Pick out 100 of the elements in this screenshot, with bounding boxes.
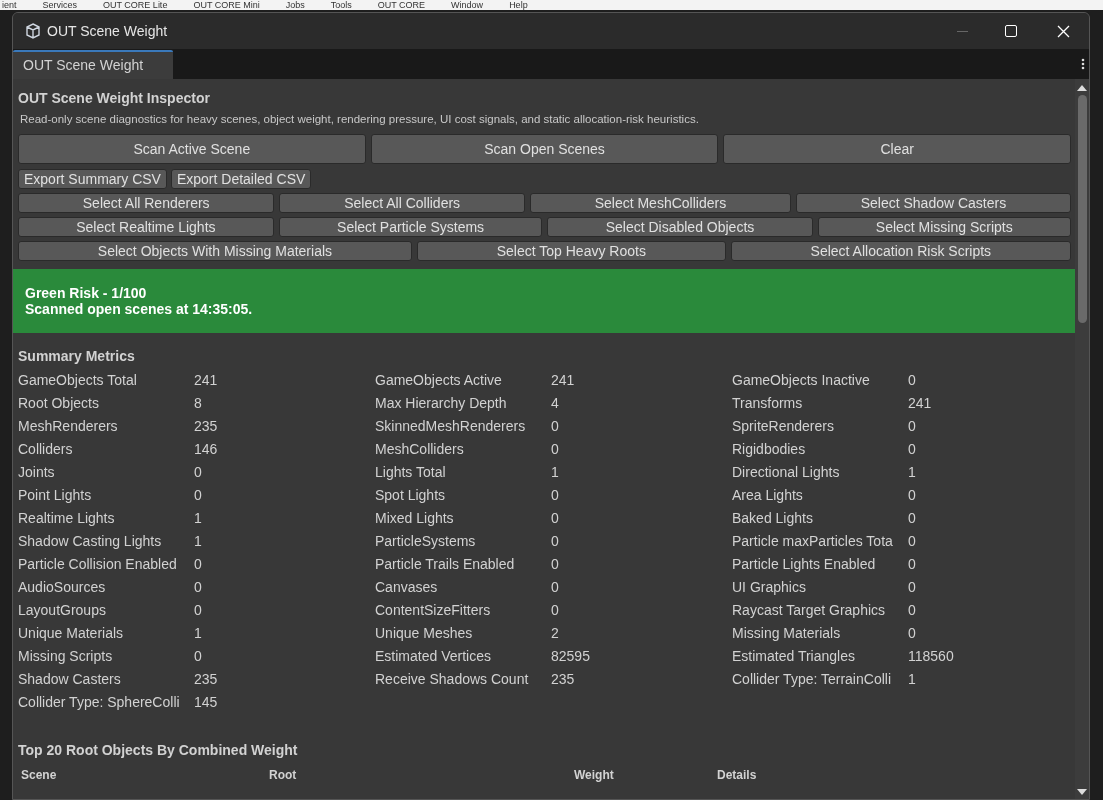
action-button[interactable]: Select MeshColliders bbox=[529, 193, 791, 213]
metric-label: GameObjects Inactive bbox=[732, 372, 870, 388]
menu-item[interactable]: Help bbox=[509, 0, 528, 10]
action-button[interactable]: Select Missing Scripts bbox=[817, 217, 1071, 237]
status-title: Green Risk - 1/100 bbox=[25, 285, 148, 301]
action-button[interactable]: Select Shadow Casters bbox=[795, 193, 1071, 213]
metric-value: 0 bbox=[194, 464, 202, 480]
metric-value: 0 bbox=[908, 533, 916, 549]
metric-value: 235 bbox=[194, 671, 218, 687]
metric-label: Estimated Triangles bbox=[732, 648, 855, 664]
action-button[interactable]: Select Allocation Risk Scripts bbox=[730, 241, 1071, 261]
metric-label: Colliders bbox=[18, 441, 73, 457]
metric-value: 1 bbox=[908, 671, 916, 687]
status-message: Scanned open scenes at 14:35:05. bbox=[25, 301, 254, 317]
menu-item[interactable]: OUT CORE Mini bbox=[193, 0, 260, 10]
metric-value: 0 bbox=[551, 418, 559, 434]
metric-value: 0 bbox=[908, 625, 916, 641]
metric-value: 0 bbox=[194, 579, 202, 595]
metric-label: Collider Type: TerrainColli bbox=[732, 671, 891, 687]
metric-value: 145 bbox=[194, 694, 218, 710]
metric-value: 82595 bbox=[551, 648, 590, 664]
metric-value: 0 bbox=[551, 556, 559, 572]
metric-value: 0 bbox=[551, 602, 559, 618]
scrollbar[interactable] bbox=[1075, 79, 1089, 799]
metric-label: Estimated Vertices bbox=[375, 648, 491, 664]
menu-item[interactable]: OUT CORE bbox=[377, 0, 426, 10]
cube-icon bbox=[25, 23, 41, 39]
metric-value: 0 bbox=[551, 487, 559, 503]
metric-value: 1 bbox=[194, 510, 202, 526]
action-button[interactable]: Select All Renderers bbox=[18, 193, 275, 213]
action-button[interactable]: Select Particle Systems bbox=[278, 217, 543, 237]
metric-value: 0 bbox=[908, 510, 916, 526]
metric-value: 0 bbox=[908, 579, 916, 595]
action-button[interactable]: Select Disabled Objects bbox=[547, 217, 813, 237]
metric-value: 0 bbox=[908, 556, 916, 572]
metric-label: Particle maxParticles Tota bbox=[732, 533, 893, 549]
metric-label: Rigidbodies bbox=[732, 441, 806, 457]
metric-label: Raycast Target Graphics bbox=[732, 602, 886, 618]
metric-label: Missing Scripts bbox=[18, 648, 113, 664]
action-button[interactable]: Export Summary CSV bbox=[18, 169, 167, 189]
inspector-title: OUT Scene Weight Inspector bbox=[18, 89, 211, 107]
metric-label: SkinnedMeshRenderers bbox=[375, 418, 526, 434]
window-title: OUT Scene Weight bbox=[47, 21, 168, 41]
metric-label: Max Hierarchy Depth bbox=[375, 395, 507, 411]
menu-item[interactable]: ient bbox=[2, 0, 17, 10]
metric-label: MeshRenderers bbox=[18, 418, 118, 434]
menu-item[interactable]: Window bbox=[451, 0, 484, 10]
metric-value: 0 bbox=[194, 602, 202, 618]
tab[interactable]: OUT Scene Weight bbox=[13, 50, 173, 79]
column-header: Weight bbox=[574, 768, 614, 782]
action-button[interactable]: Clear bbox=[723, 134, 1071, 164]
metric-label: Canvases bbox=[375, 579, 438, 595]
metric-label: Receive Shadows Count bbox=[375, 671, 529, 687]
metric-label: Shadow Casters bbox=[18, 671, 121, 687]
metric-value: 0 bbox=[551, 533, 559, 549]
metric-label: Mixed Lights bbox=[375, 510, 454, 526]
metric-value: 1 bbox=[194, 625, 202, 641]
metric-value: 0 bbox=[194, 648, 202, 664]
column-header: Details bbox=[717, 768, 757, 782]
action-button[interactable]: Scan Active Scene bbox=[18, 134, 366, 164]
metric-value: 241 bbox=[908, 395, 932, 411]
metric-label: Lights Total bbox=[375, 464, 446, 480]
metric-value: 241 bbox=[194, 372, 218, 388]
menu-item[interactable]: Services bbox=[42, 0, 78, 10]
action-button[interactable]: Select Top Heavy Roots bbox=[416, 241, 726, 261]
column-header: Root bbox=[269, 768, 297, 782]
metric-label: Unique Meshes bbox=[375, 625, 473, 641]
metric-label: Shadow Casting Lights bbox=[18, 533, 162, 549]
metric-label: Spot Lights bbox=[375, 487, 446, 503]
metric-label: Directional Lights bbox=[732, 464, 840, 480]
action-button[interactable]: Export Detailed CSV bbox=[170, 169, 312, 189]
metric-value: 4 bbox=[551, 395, 559, 411]
metric-label: ParticleSystems bbox=[375, 533, 476, 549]
metric-value: 1 bbox=[551, 464, 559, 480]
menu-item[interactable]: Jobs bbox=[285, 0, 305, 10]
menu-item[interactable]: OUT CORE Lite bbox=[103, 0, 168, 10]
metric-value: 2 bbox=[551, 625, 559, 641]
metric-label: Point Lights bbox=[18, 487, 92, 503]
action-button[interactable]: Select All Colliders bbox=[279, 193, 525, 213]
metric-label: Realtime Lights bbox=[18, 510, 115, 526]
close-icon bbox=[1056, 24, 1070, 38]
metric-label: Joints bbox=[18, 464, 55, 480]
metric-value: 8 bbox=[194, 395, 202, 411]
metric-label: Unique Materials bbox=[18, 625, 124, 641]
metric-value: 1 bbox=[908, 464, 916, 480]
metric-value: 0 bbox=[551, 510, 559, 526]
metric-label: SpriteRenderers bbox=[732, 418, 834, 434]
metric-value: 0 bbox=[551, 441, 559, 457]
metric-value: 0 bbox=[908, 487, 916, 503]
metric-label: Transforms bbox=[732, 395, 803, 411]
action-button[interactable]: Scan Open Scenes bbox=[370, 134, 719, 164]
menu-item[interactable]: Tools bbox=[330, 0, 352, 10]
metric-value: 1 bbox=[194, 533, 202, 549]
action-button[interactable]: Select Objects With Missing Materials bbox=[18, 241, 412, 261]
action-button[interactable]: Select Realtime Lights bbox=[18, 217, 274, 237]
column-header: Scene bbox=[21, 768, 57, 782]
metric-label: Baked Lights bbox=[732, 510, 813, 526]
more-options-icon[interactable] bbox=[1081, 58, 1085, 70]
section-title: Top 20 Root Objects By Combined Weight bbox=[18, 742, 299, 758]
metric-value: 118560 bbox=[908, 648, 954, 664]
